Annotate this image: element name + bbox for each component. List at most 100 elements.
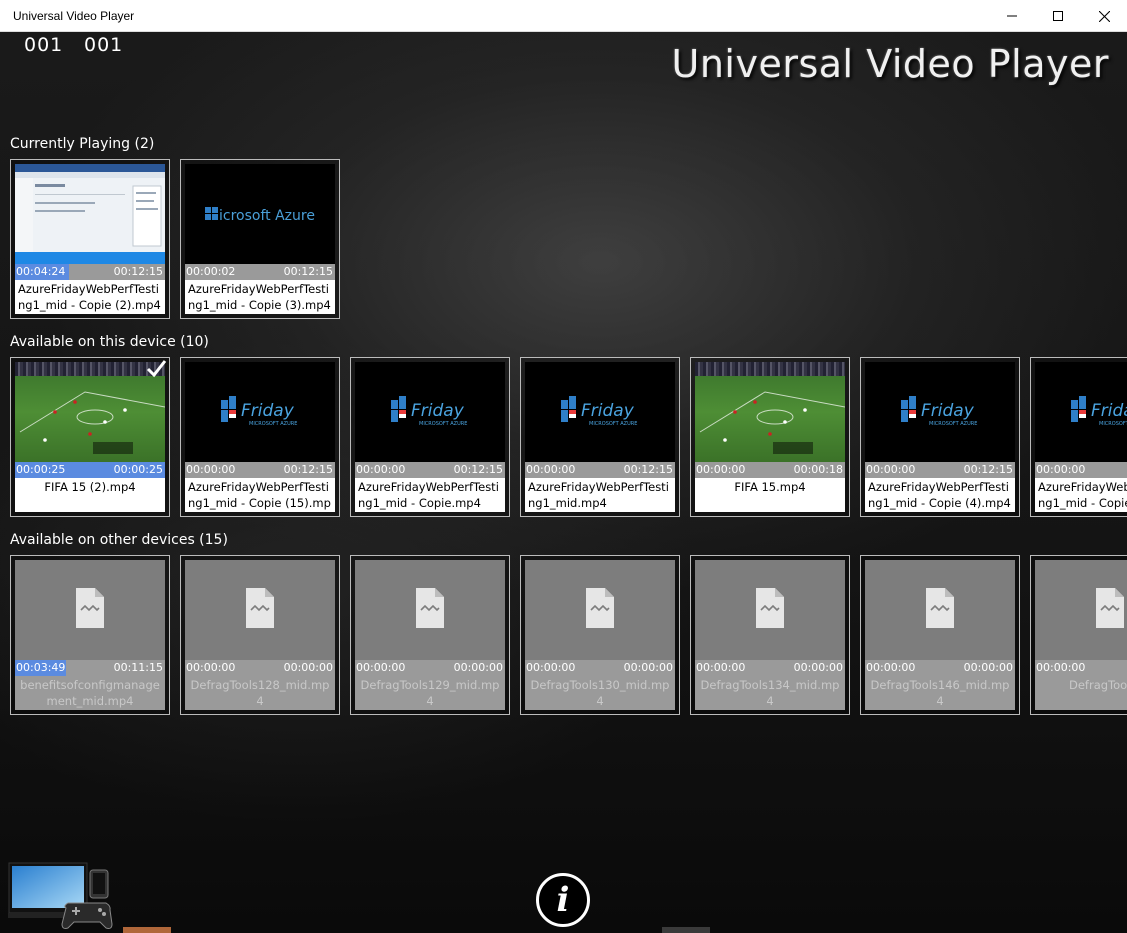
- video-tile[interactable]: Friday MICROSOFT AZURE 00:00:00 00:12:15 Azu…: [860, 357, 1020, 517]
- missing-file-icon: [76, 588, 104, 628]
- progress-bar: 00:00:00: [1035, 660, 1127, 676]
- maximize-button[interactable]: [1035, 0, 1081, 32]
- video-tile[interactable]: FridayMICROSOFT AZURE 00:00:00 AzureFriday…: [1030, 357, 1127, 517]
- video-file-name: AzureFridayWebPerfTesting1_mid - Copie (…: [865, 478, 1015, 512]
- position-time: 00:04:24: [16, 265, 66, 278]
- position-time: 00:00:00: [696, 661, 746, 674]
- video-tile[interactable]: 00:00:00 00:00:00 DefragTools146_mid.mp4: [860, 555, 1020, 715]
- svg-text:MICROSOFT AZURE: MICROSOFT AZURE: [249, 421, 297, 427]
- video-tile[interactable]: 00:04:24 00:12:15 AzureFridayWebPerfTestin…: [10, 159, 170, 319]
- screen-capture-image: [15, 164, 165, 264]
- video-thumbnail: FridayMICROSOFT AZURE: [525, 362, 675, 462]
- position-time: 00:00:02: [186, 265, 236, 278]
- duration-time: 00:11:15: [113, 661, 163, 674]
- video-tile[interactable]: 00:03:49 00:11:15 benefitsofconfigmanageme…: [10, 555, 170, 715]
- duration-time: 00:00:00: [793, 661, 843, 674]
- minimize-icon: [1007, 15, 1017, 17]
- video-thumbnail: [15, 164, 165, 264]
- video-file-name: DefragTools14: [1035, 676, 1127, 710]
- position-time: 00:00:00: [866, 661, 916, 674]
- duration-time: 00:12:15: [453, 463, 503, 476]
- progress-bar: 00:00:00 00:12:15: [185, 462, 335, 478]
- video-tile[interactable]: Friday MICROSOFT AZURE 00:00:00 00:12:15 Azu…: [350, 357, 510, 517]
- position-time: 00:00:00: [1036, 661, 1086, 674]
- video-tile[interactable]: Friday MICROSOFT AZURE 00:00:00 00:12:15 Azu…: [520, 357, 680, 517]
- bottom-strip-left: [123, 927, 171, 933]
- friday-logo-icon: FridayMICROSOFT AZURE: [221, 396, 297, 427]
- video-tile[interactable]: icrosoft Azure 00:00:02 00:12:15 AzureFrida…: [180, 159, 340, 319]
- missing-file-icon: [416, 588, 444, 628]
- video-thumbnail: [185, 560, 335, 660]
- position-time: 00:00:00: [186, 661, 236, 674]
- video-file-name: DefragTools128_mid.mp4: [185, 676, 335, 710]
- info-button[interactable]: i: [536, 873, 590, 927]
- position-time: 00:00:00: [526, 661, 576, 674]
- video-tile[interactable]: 00:00:00 DefragTools14: [1030, 555, 1127, 715]
- video-tile[interactable]: 00:00:00 00:00:18 FIFA 15.mp4: [690, 357, 850, 517]
- progress-bar: 00:00:25 00:00:25: [15, 462, 165, 478]
- missing-file-icon: [1096, 588, 1124, 628]
- progress-bar: 00:00:00: [1035, 462, 1127, 478]
- position-time: 00:00:00: [186, 463, 236, 476]
- duration-time: 00:00:00: [453, 661, 503, 674]
- pitch-lines-image: [699, 391, 845, 454]
- missing-file-icon: [926, 588, 954, 628]
- svg-text:Friday: Friday: [1091, 401, 1127, 421]
- video-tile[interactable]: Friday MICROSOFT AZURE 00:00:00 00:12:15 Azu…: [180, 357, 340, 517]
- progress-bar: 00:00:00 00:12:15: [525, 462, 675, 478]
- video-file-name: DefragTools146_mid.mp4: [865, 676, 1015, 710]
- video-thumbnail: FridayMICROSOFT AZURE: [1035, 362, 1127, 462]
- duration-time: 00:12:15: [963, 463, 1013, 476]
- video-file-name: AzureFridayWebPerfTesting1_mid - Copie.m…: [355, 478, 505, 512]
- progress-bar: 00:00:00 00:12:15: [355, 462, 505, 478]
- video-tile[interactable]: 00:00:00 00:00:00 DefragTools130_mid.mp4: [520, 555, 680, 715]
- video-thumbnail: FridayMICROSOFT AZURE: [355, 362, 505, 462]
- position-time: 00:03:49: [16, 661, 66, 674]
- missing-file-icon: [586, 588, 614, 628]
- missing-file-icon: [246, 588, 274, 628]
- video-thumbnail: [525, 560, 675, 660]
- duration-time: 00:00:00: [963, 661, 1013, 674]
- progress-bar: 00:03:49 00:11:15: [15, 660, 165, 676]
- video-tile[interactable]: 00:00:00 00:00:00 DefragTools129_mid.mp4: [350, 555, 510, 715]
- row-other: 00:03:49 00:11:15 benefitsofconfigmanageme…: [10, 555, 1127, 715]
- progress-bar: 00:00:02 00:12:15: [185, 264, 335, 280]
- svg-text:MICROSOFT AZURE: MICROSOFT AZURE: [419, 421, 467, 427]
- title-bar: Universal Video Player: [0, 0, 1127, 32]
- video-tile[interactable]: 00:00:00 00:00:00 DefragTools134_mid.mp4: [690, 555, 850, 715]
- video-file-name: FIFA 15.mp4: [695, 478, 845, 512]
- video-file-name: FIFA 15 (2).mp4: [15, 478, 165, 512]
- duration-time: 00:12:15: [623, 463, 673, 476]
- duration-time: 00:00:18: [793, 463, 843, 476]
- svg-text:Friday: Friday: [581, 401, 635, 421]
- video-file-name: benefitsofconfigmanagement_mid.mp4: [15, 676, 165, 710]
- video-tile[interactable]: 00:00:25 00:00:25 FIFA 15 (2).mp4: [10, 357, 170, 517]
- video-file-name: DefragTools130_mid.mp4: [525, 676, 675, 710]
- brand-title: Universal Video Player: [671, 42, 1109, 86]
- progress-bar: 00:00:00 00:00:00: [865, 660, 1015, 676]
- counter-right: 001: [84, 34, 124, 56]
- video-file-name: AzureFridayWebPerfTesting1_mid - Copie (…: [185, 478, 335, 512]
- pitch-lines-image: [19, 391, 165, 454]
- friday-logo-icon: FridayMICROSOFT AZURE: [561, 396, 637, 427]
- progress-bar: 00:00:00 00:00:00: [695, 660, 845, 676]
- row-playing: 00:04:24 00:12:15 AzureFridayWebPerfTestin…: [10, 159, 1127, 319]
- minimize-button[interactable]: [989, 0, 1035, 32]
- duration-time: 00:00:00: [623, 661, 673, 674]
- row-device: 00:00:25 00:00:25 FIFA 15 (2).mp4 Friday MIC…: [10, 357, 1127, 517]
- bottom-strip-right: [662, 927, 710, 933]
- video-file-name: DefragTools129_mid.mp4: [355, 676, 505, 710]
- checkmark-icon: [146, 360, 167, 378]
- video-tile[interactable]: 00:00:00 00:00:00 DefragTools128_mid.mp4: [180, 555, 340, 715]
- close-button[interactable]: [1081, 0, 1127, 32]
- duration-time: 00:00:00: [283, 661, 333, 674]
- duration-time: 00:00:25: [113, 463, 163, 476]
- video-thumbnail: FridayMICROSOFT AZURE: [865, 362, 1015, 462]
- devices-icon[interactable]: [8, 858, 118, 933]
- progress-bar: 00:00:00 00:00:18: [695, 462, 845, 478]
- section-title-other: Available on other devices (15): [10, 532, 228, 548]
- video-file-name: AzureFridayWebPerfTesting1_mid - Copie (: [1035, 478, 1127, 512]
- maximize-icon: [1053, 11, 1063, 21]
- position-time: 00:00:00: [1036, 463, 1086, 476]
- video-file-name: DefragTools134_mid.mp4: [695, 676, 845, 710]
